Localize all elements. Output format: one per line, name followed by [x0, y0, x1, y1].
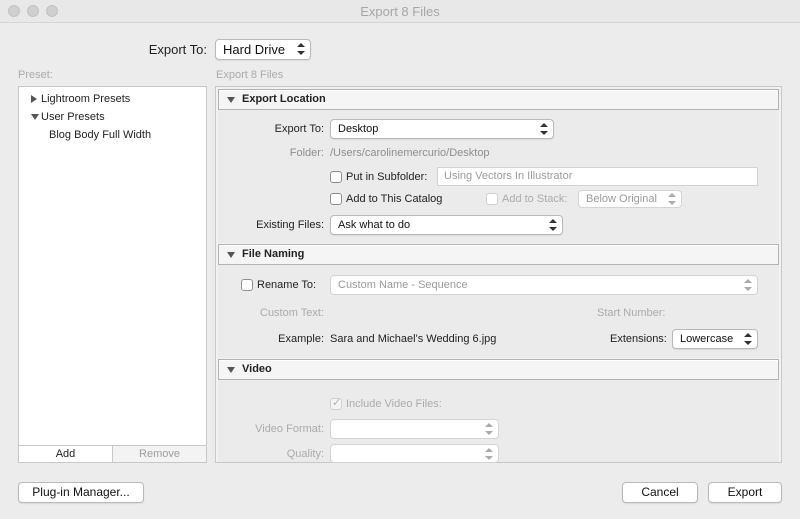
chevron-updown-icon [668, 193, 676, 205]
section-header-video[interactable]: Video [218, 359, 779, 380]
add-to-catalog-label[interactable]: Add to This Catalog [346, 193, 442, 205]
export-to-select[interactable]: Hard Drive [215, 39, 311, 60]
chevron-updown-icon [485, 448, 493, 460]
subfolder-name-field[interactable]: Using Vectors In Illustrator [437, 167, 758, 186]
start-number-label: Start Number: [597, 307, 666, 319]
cancel-button[interactable]: Cancel [622, 482, 698, 503]
video-format-select[interactable] [330, 419, 499, 439]
preset-panel: Lightroom Presets User Presets Blog Body… [18, 86, 207, 463]
disclosure-down-icon[interactable] [227, 367, 235, 373]
location-export-to-label: Export To: [274, 123, 324, 135]
preset-group-label: User Presets [41, 111, 105, 123]
chevron-updown-icon [297, 43, 305, 55]
rename-template-select[interactable]: Custom Name - Sequence [330, 275, 758, 295]
existing-files-label: Existing Files: [256, 219, 324, 231]
remove-preset-button[interactable]: Remove [113, 445, 206, 462]
section-title: Video [242, 363, 272, 375]
chevron-updown-icon [744, 333, 752, 345]
preset-group-label: Lightroom Presets [41, 93, 131, 105]
add-preset-button[interactable]: Add [19, 445, 113, 462]
rename-template-value: Custom Name - Sequence [338, 279, 468, 291]
location-export-to-value: Desktop [338, 123, 379, 135]
add-to-stack-label: Add to Stack: [502, 193, 568, 205]
disclosure-right-icon[interactable] [31, 95, 37, 103]
add-to-stack-checkbox[interactable] [486, 193, 498, 205]
extensions-select[interactable]: Lowercase [672, 329, 758, 349]
quality-select[interactable] [330, 444, 499, 463]
example-filename: Sara and Michael's Wedding 6.jpg [330, 333, 497, 345]
export-to-label: Export To: [148, 42, 207, 57]
add-to-catalog-checkbox[interactable] [330, 193, 342, 205]
quality-label: Quality: [286, 448, 324, 460]
export-to-value: Hard Drive [223, 42, 286, 57]
put-in-subfolder-checkbox[interactable] [330, 171, 342, 183]
section-header-file-naming[interactable]: File Naming [218, 244, 779, 265]
window-title: Export 8 Files [360, 4, 440, 19]
export-button[interactable]: Export [708, 482, 782, 503]
chevron-updown-icon [485, 423, 493, 435]
rename-to-label[interactable]: Rename To: [257, 279, 316, 291]
existing-files-value: Ask what to do [338, 219, 411, 231]
preset-label: Preset: [18, 69, 53, 81]
rename-to-checkbox[interactable] [241, 279, 253, 291]
folder-path: /Users/carolinemercurio/Desktop [330, 147, 490, 159]
disclosure-down-icon[interactable] [227, 97, 235, 103]
video-format-label: Video Format: [255, 423, 324, 435]
section-header-export-location[interactable]: Export Location [218, 89, 779, 110]
preset-item-blog-body[interactable]: Blog Body Full Width [49, 129, 151, 141]
custom-text-label: Custom Text: [260, 307, 324, 319]
extensions-value: Lowercase [680, 333, 734, 345]
disclosure-down-icon[interactable] [31, 114, 39, 120]
section-title: File Naming [242, 248, 305, 260]
put-in-subfolder-label[interactable]: Put in Subfolder: [346, 171, 427, 183]
plugin-manager-button[interactable]: Plug-in Manager... [18, 482, 144, 503]
example-label: Example: [278, 333, 324, 345]
chevron-updown-icon [549, 219, 557, 231]
include-video-label: Include Video Files: [346, 398, 442, 410]
stack-position-value: Below Original [586, 193, 657, 205]
chevron-updown-icon [540, 123, 548, 135]
existing-files-select[interactable]: Ask what to do [330, 215, 563, 235]
disclosure-down-icon[interactable] [227, 252, 235, 258]
section-title: Export Location [242, 93, 326, 105]
location-export-to-select[interactable]: Desktop [330, 119, 554, 139]
main-caption: Export 8 Files [216, 69, 284, 81]
include-video-checkbox[interactable] [330, 396, 342, 410]
extensions-label: Extensions: [610, 333, 667, 345]
chevron-updown-icon [744, 279, 752, 291]
folder-label: Folder: [289, 147, 324, 159]
stack-position-select[interactable]: Below Original [578, 190, 682, 208]
